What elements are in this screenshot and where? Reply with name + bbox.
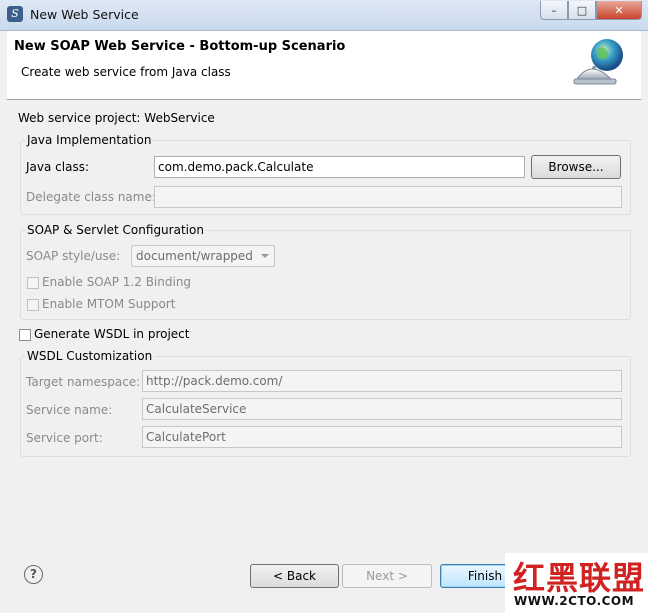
window-controls: – □ ✕ [540, 1, 642, 20]
mtom-checkbox[interactable] [27, 299, 39, 311]
soap-style-select[interactable]: document/wrapped [131, 245, 275, 267]
globe-bell-icon [573, 39, 623, 85]
java-class-input[interactable] [154, 156, 525, 178]
close-button[interactable]: ✕ [596, 1, 642, 20]
soap-servlet-title: SOAP & Servlet Configuration [25, 223, 206, 237]
mtom-label: Enable MTOM Support [42, 297, 176, 311]
soap12-label: Enable SOAP 1.2 Binding [42, 275, 192, 289]
service-name-label: Service name: [26, 403, 113, 417]
soap-style-value: document/wrapped [136, 249, 253, 263]
minimize-button[interactable]: – [540, 1, 568, 20]
watermark-logo: 红黑联盟 [513, 559, 646, 597]
app-icon: S [7, 6, 23, 22]
maximize-button[interactable]: □ [568, 1, 596, 20]
generate-wsdl-checkbox[interactable] [19, 329, 31, 341]
java-implementation-title: Java Implementation [25, 133, 154, 147]
help-icon[interactable]: ? [24, 565, 43, 584]
banner-subtitle: Create web service from Java class [21, 65, 231, 79]
banner-title: New SOAP Web Service - Bottom-up Scenari… [14, 39, 346, 54]
window-title-bar[interactable]: S New Web Service – □ ✕ [0, 0, 648, 31]
chevron-down-icon [261, 254, 269, 258]
service-port-label: Service port: [26, 431, 103, 445]
soap12-checkbox[interactable] [27, 277, 39, 289]
delegate-class-label: Delegate class name: [26, 190, 156, 204]
wsdl-customization-title: WSDL Customization [25, 349, 155, 363]
browse-button[interactable]: Browse... [531, 155, 621, 179]
service-name-input[interactable] [142, 398, 622, 420]
window-title: New Web Service [30, 7, 139, 22]
target-namespace-input[interactable] [142, 370, 622, 392]
watermark: 红黑联盟 WWW.2CTO.COM [505, 553, 648, 613]
wizard-banner: New SOAP Web Service - Bottom-up Scenari… [7, 31, 641, 100]
delegate-class-input[interactable] [154, 186, 622, 208]
target-namespace-label: Target namespace: [26, 375, 141, 389]
wizard-body: Web service project: WebService Java Imp… [7, 100, 641, 605]
generate-wsdl-label: Generate WSDL in project [34, 327, 190, 341]
next-button[interactable]: Next > [342, 564, 432, 588]
project-label: Web service project: WebService [18, 111, 215, 125]
service-port-input[interactable] [142, 426, 622, 448]
soap-style-label: SOAP style/use: [26, 249, 121, 263]
watermark-url: WWW.2CTO.COM [514, 594, 635, 608]
back-button[interactable]: < Back [250, 564, 339, 588]
java-class-label: Java class: [26, 160, 89, 174]
